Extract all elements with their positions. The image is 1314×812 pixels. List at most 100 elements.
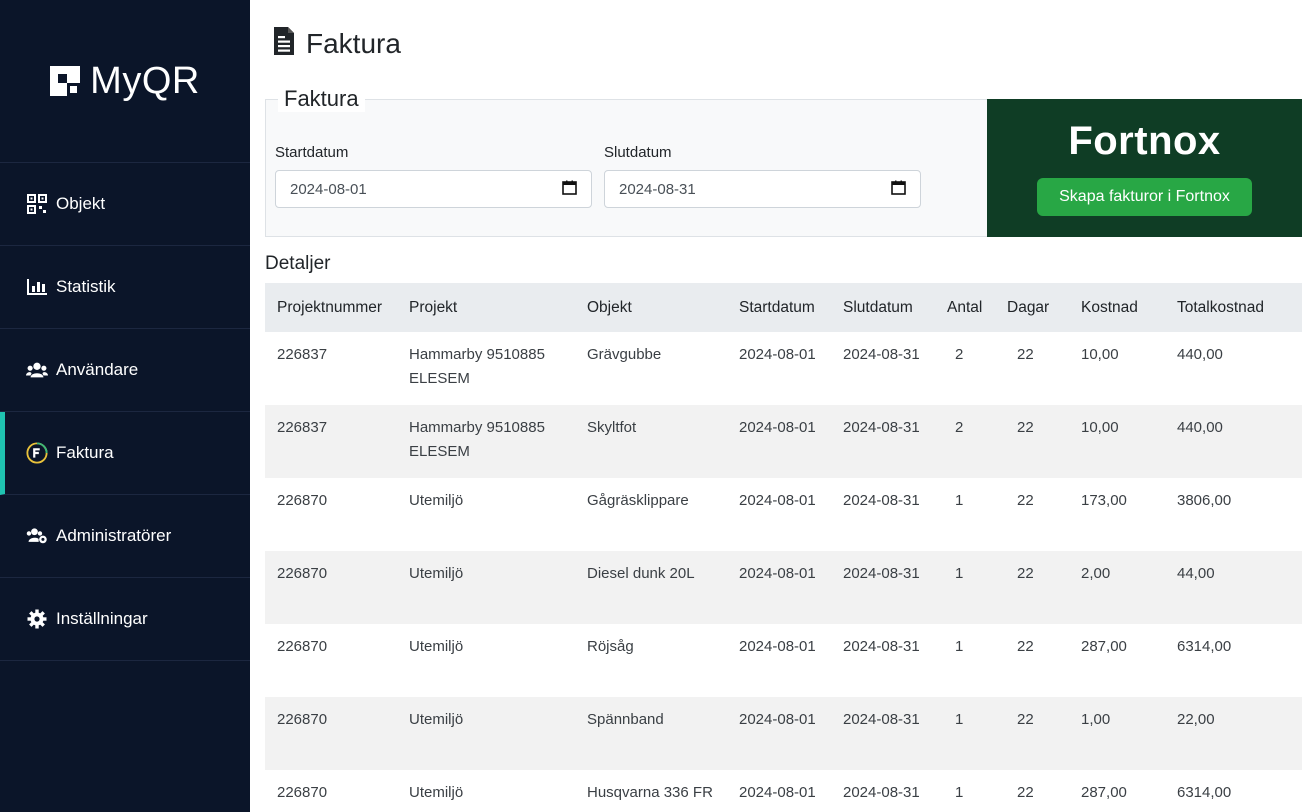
cell-startdatum: 2024-08-01 [739, 346, 816, 363]
cell-antal: 1 [955, 784, 964, 801]
table-body: 226837 Hammarby 9510885 ELESEM Grävgubbe… [265, 332, 1302, 812]
cell-kostnad: 2,00 [1081, 565, 1111, 582]
cell-dagar: 22 [1017, 346, 1034, 363]
cell-projekt: Utemiljö [409, 784, 464, 801]
sidebar-item-label: Faktura [56, 443, 114, 462]
sidebar-item-statistik[interactable]: Statistik [0, 246, 250, 329]
cell-kostnad: 10,00 [1081, 346, 1119, 363]
column-header[interactable]: Antal [935, 283, 995, 332]
qr-grid-icon [26, 193, 48, 215]
create-fortnox-invoices-button[interactable]: Skapa fakturor i Fortnox [1037, 178, 1252, 216]
end-date-input[interactable]: 2024-08-31 [604, 170, 921, 208]
cell-slutdatum: 2024-08-31 [843, 638, 920, 655]
page-header: Faktura [272, 26, 401, 61]
calendar-icon[interactable] [891, 180, 906, 199]
cell-startdatum: 2024-08-01 [739, 638, 816, 655]
table-row[interactable]: 226870 Utemiljö Röjsåg 2024-08-01 2024-0… [265, 624, 1302, 697]
cell-dagar: 22 [1017, 711, 1034, 728]
cell-totalkostnad: 6314,00 [1177, 638, 1232, 655]
column-header[interactable]: Projekt [397, 283, 575, 332]
column-header[interactable]: Totalkostnad [1165, 283, 1302, 332]
cell-projekt: Utemiljö [409, 565, 464, 582]
details-heading: Detaljer [265, 253, 331, 274]
fortnox-logo: Fortnox [1068, 119, 1221, 163]
column-header[interactable]: Startdatum [727, 283, 831, 332]
cell-kostnad: 10,00 [1081, 419, 1119, 436]
end-date-value: 2024-08-31 [619, 180, 696, 198]
sidebar-item-label: Statistik [56, 277, 116, 296]
cell-projekt: Utemiljö [409, 711, 464, 728]
cell-objekt: Spännband [587, 711, 664, 728]
sidebar: MyQR Objekt Statistik Användare Faktura [0, 0, 250, 812]
table-row[interactable]: 226870 Utemiljö Husqvarna 336 FR 2024-08… [265, 770, 1302, 812]
cell-projektnummer: 226837 [277, 346, 328, 363]
cell-antal: 1 [955, 638, 964, 655]
sidebar-item-label: Inställningar [56, 609, 148, 628]
column-header[interactable]: Projektnummer [265, 283, 397, 332]
cell-kostnad: 173,00 [1081, 492, 1127, 509]
table-row[interactable]: 226870 Utemiljö Gågräsklippare 2024-08-0… [265, 478, 1302, 551]
cell-objekt: Gågräsklippare [587, 492, 689, 509]
cell-projektnummer: 226870 [277, 638, 328, 655]
sidebar-nav: Objekt Statistik Användare Faktura Admin… [0, 163, 250, 661]
cell-objekt: Grävgubbe [587, 346, 662, 363]
cell-totalkostnad: 6314,00 [1177, 784, 1232, 801]
table-row[interactable]: 226837 Hammarby 9510885 ELESEM Grävgubbe… [265, 332, 1302, 405]
cell-startdatum: 2024-08-01 [739, 711, 816, 728]
cell-totalkostnad: 3806,00 [1177, 492, 1232, 509]
cell-antal: 1 [955, 492, 964, 509]
cell-totalkostnad: 440,00 [1177, 346, 1223, 363]
cell-startdatum: 2024-08-01 [739, 492, 816, 509]
cell-startdatum: 2024-08-01 [739, 784, 816, 801]
cell-projekt: Hammarby 9510885 ELESEM [409, 346, 545, 387]
column-header[interactable]: Slutdatum [831, 283, 935, 332]
cell-projekt: Utemiljö [409, 638, 464, 655]
sidebar-item-anvandare[interactable]: Användare [0, 329, 250, 412]
bar-chart-icon [26, 276, 48, 298]
cell-kostnad: 1,00 [1081, 711, 1111, 728]
cell-antal: 1 [955, 711, 964, 728]
brand-logo[interactable]: MyQR [0, 0, 250, 163]
start-date-value: 2024-08-01 [290, 180, 367, 198]
table-row[interactable]: 226870 Utemiljö Diesel dunk 20L 2024-08-… [265, 551, 1302, 624]
cell-objekt: Skyltfot [587, 419, 637, 436]
cell-projektnummer: 226837 [277, 419, 328, 436]
cell-projektnummer: 226870 [277, 565, 328, 582]
invoice-icon [272, 26, 296, 61]
start-date-field: Startdatum 2024-08-01 [275, 144, 592, 208]
cell-dagar: 22 [1017, 419, 1034, 436]
column-header[interactable]: Kostnad [1069, 283, 1165, 332]
myqr-logo-icon [50, 66, 81, 96]
sidebar-item-objekt[interactable]: Objekt [0, 163, 250, 246]
cell-slutdatum: 2024-08-31 [843, 784, 920, 801]
table-row[interactable]: 226870 Utemiljö Spännband 2024-08-01 202… [265, 697, 1302, 770]
sidebar-item-faktura[interactable]: Faktura [0, 412, 250, 495]
cell-projekt: Utemiljö [409, 492, 464, 509]
start-date-input[interactable]: 2024-08-01 [275, 170, 592, 208]
cell-projekt: Hammarby 9510885 ELESEM [409, 419, 545, 460]
calendar-icon[interactable] [562, 180, 577, 199]
cell-slutdatum: 2024-08-31 [843, 419, 920, 436]
column-header[interactable]: Objekt [575, 283, 727, 332]
cell-totalkostnad: 22,00 [1177, 711, 1215, 728]
users-cog-icon [26, 525, 48, 547]
table-row[interactable]: 226837 Hammarby 9510885 ELESEM Skyltfot … [265, 405, 1302, 478]
cell-slutdatum: 2024-08-31 [843, 492, 920, 509]
cell-startdatum: 2024-08-01 [739, 419, 816, 436]
fieldset-legend: Faktura [278, 86, 365, 112]
sidebar-item-installningar[interactable]: Inställningar [0, 578, 250, 661]
sidebar-item-administratorer[interactable]: Administratörer [0, 495, 250, 578]
gear-icon [26, 608, 48, 630]
column-header[interactable]: Dagar [995, 283, 1069, 332]
cell-slutdatum: 2024-08-31 [843, 346, 920, 363]
cell-projektnummer: 226870 [277, 492, 328, 509]
sidebar-item-label: Användare [56, 360, 139, 379]
main-content: Faktura Faktura Startdatum 2024-08-01 Sl… [250, 0, 1314, 812]
sidebar-item-label: Administratörer [56, 526, 172, 545]
cell-objekt: Röjsåg [587, 638, 634, 655]
fortnox-f-icon [26, 442, 48, 464]
cell-slutdatum: 2024-08-31 [843, 711, 920, 728]
end-date-field: Slutdatum 2024-08-31 [604, 144, 921, 208]
cell-slutdatum: 2024-08-31 [843, 565, 920, 582]
cell-totalkostnad: 440,00 [1177, 419, 1223, 436]
